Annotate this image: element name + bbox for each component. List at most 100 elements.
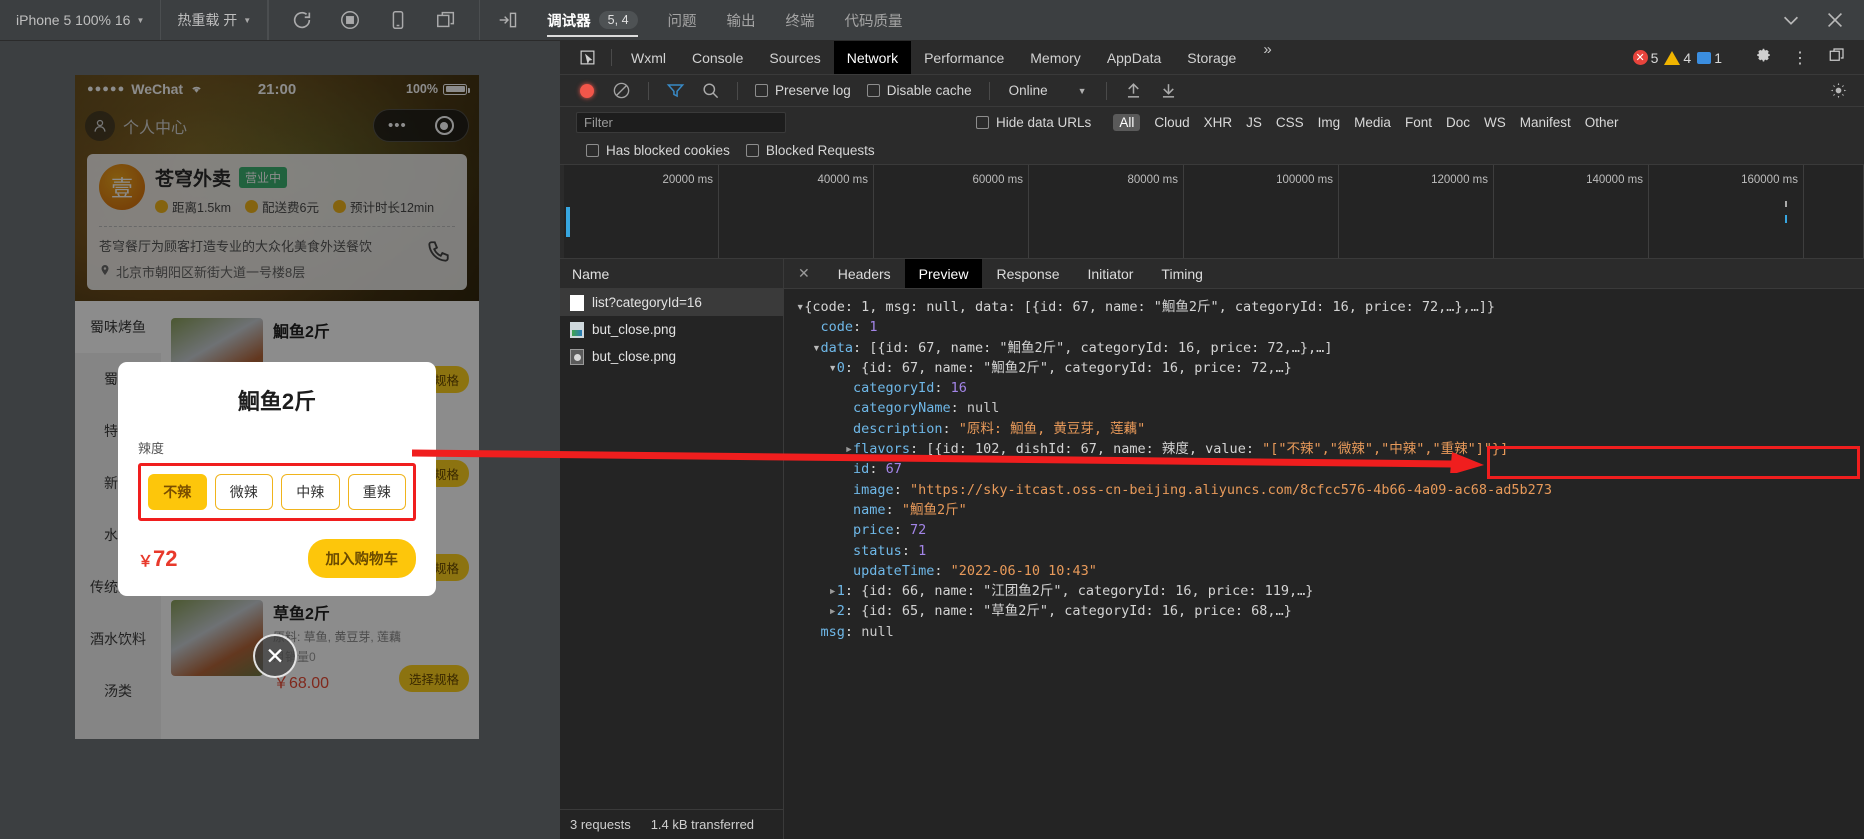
export-har-icon[interactable] [1159, 81, 1178, 100]
flavor-option[interactable]: 重辣 [347, 474, 406, 510]
tab-network[interactable]: Network [833, 41, 912, 74]
tab-console[interactable]: Console [679, 41, 756, 74]
filter-input[interactable]: Filter [576, 111, 786, 133]
flavor-option[interactable]: 微辣 [214, 474, 273, 510]
chevron-down-icon[interactable]: ▾ [812, 340, 820, 356]
network-settings-icon[interactable] [1829, 81, 1848, 100]
add-to-cart-button[interactable]: 加入购物车 [307, 539, 416, 578]
chevron-right-icon[interactable]: ▸ [829, 583, 837, 599]
disable-cache-checkbox[interactable]: Disable cache [866, 83, 972, 98]
request-row[interactable]: but_close.png [560, 316, 783, 343]
filter-type-img[interactable]: Img [1318, 115, 1341, 130]
json-token: data [820, 339, 854, 356]
image-dark-icon [570, 348, 584, 365]
filter-type-font[interactable]: Font [1405, 115, 1432, 130]
flavor-option[interactable]: 中辣 [281, 474, 340, 510]
filter-type-all[interactable]: All [1113, 113, 1141, 131]
tab-appdata[interactable]: AppData [1094, 41, 1174, 74]
json-line[interactable]: ▾data: [{id: 67, name: "鮰鱼2斤", categoryI… [788, 338, 1864, 358]
message-count-label: 1 [1714, 49, 1722, 66]
json-line[interactable]: name: "鮰鱼2斤" [788, 500, 1864, 520]
throttling-select[interactable]: Online ▼ [1009, 83, 1087, 98]
preserve-log-checkbox[interactable]: Preserve log [755, 83, 851, 98]
network-lower: Name list?categoryId=16 but_close.png bu… [560, 259, 1864, 839]
network-timeline[interactable]: 20000 ms 40000 ms 60000 ms 80000 ms 1000… [560, 165, 1864, 259]
timeline-cell: 80000 ms [1029, 165, 1184, 258]
split-icon[interactable] [435, 9, 457, 31]
json-token: : [942, 420, 959, 437]
chevron-double-right-icon[interactable]: » [1249, 41, 1285, 74]
json-line[interactable]: msg: null [788, 622, 1864, 642]
json-line[interactable]: ▾0: {id: 67, name: "鮰鱼2斤", categoryId: 1… [788, 358, 1864, 378]
tab-response[interactable]: Response [982, 259, 1073, 288]
json-line[interactable]: categoryName: null [788, 398, 1864, 418]
tab-output[interactable]: 输出 [712, 0, 771, 40]
json-line[interactable]: code: 1 [788, 317, 1864, 337]
issue-counts[interactable]: ✕ 5 4 1 [1632, 49, 1732, 66]
inspect-cursor-icon[interactable] [570, 41, 605, 74]
json-line[interactable]: ▸1: {id: 66, name: "江团鱼2斤", categoryId: … [788, 581, 1864, 601]
tab-terminal[interactable]: 终端 [771, 0, 830, 40]
tab-preview[interactable]: Preview [904, 259, 983, 288]
filter-type-media[interactable]: Media [1354, 115, 1391, 130]
tab-storage[interactable]: Storage [1174, 41, 1249, 74]
filter-type-cloud[interactable]: Cloud [1154, 115, 1189, 130]
tab-wxml[interactable]: Wxml [618, 41, 679, 74]
close-icon[interactable]: ✕ [253, 634, 297, 678]
filter-type-other[interactable]: Other [1585, 115, 1619, 130]
chevron-right-icon[interactable]: ▸ [845, 441, 853, 457]
json-line[interactable]: price: 72 [788, 520, 1864, 540]
refresh-icon[interactable] [291, 9, 313, 31]
tab-debugger[interactable]: 调试器 5, 4 [532, 0, 652, 40]
close-icon[interactable] [1824, 9, 1846, 31]
device-selector[interactable]: iPhone 5 100% 16 ▼ [0, 0, 162, 40]
blocked-requests-checkbox[interactable]: Blocked Requests [745, 143, 875, 158]
json-line[interactable]: ▸flavors: [{id: 102, dishId: 67, name: 辣… [788, 439, 1864, 459]
phone-icon[interactable] [387, 9, 409, 31]
filter-type-doc[interactable]: Doc [1446, 115, 1470, 130]
filter-type-manifest[interactable]: Manifest [1520, 115, 1571, 130]
json-line[interactable]: status: 1 [788, 541, 1864, 561]
filter-icon[interactable] [666, 81, 685, 100]
tab-issues[interactable]: 问题 [653, 0, 712, 40]
gear-icon[interactable] [1745, 47, 1782, 69]
top-toolbar: iPhone 5 100% 16 ▼ 热重载 开 ▼ 调试器 5, 4 问题 输… [0, 0, 1864, 41]
json-line[interactable]: description: "原料: 鮰鱼, 黄豆芽, 莲藕" [788, 419, 1864, 439]
request-row[interactable]: but_close.png [560, 343, 783, 370]
filter-type-ws[interactable]: WS [1484, 115, 1506, 130]
chevron-down-icon[interactable]: ▾ [829, 360, 837, 376]
tab-timing[interactable]: Timing [1147, 259, 1217, 288]
search-icon[interactable] [701, 81, 720, 100]
json-line[interactable]: ▸2: {id: 65, name: "草鱼2斤", categoryId: 1… [788, 601, 1864, 621]
json-line[interactable]: id: 67 [788, 459, 1864, 479]
clear-icon[interactable] [612, 81, 631, 100]
preview-json-tree[interactable]: ▾ {code: 1, msg: null, data: [{id: 67, na… [784, 289, 1864, 839]
tab-headers[interactable]: Headers [824, 259, 905, 288]
request-row[interactable]: list?categoryId=16 [560, 289, 783, 316]
chevron-right-icon[interactable]: ▸ [829, 603, 837, 619]
stop-icon[interactable] [339, 9, 361, 31]
filter-type-css[interactable]: CSS [1276, 115, 1304, 130]
has-blocked-cookies-checkbox[interactable]: Has blocked cookies [586, 143, 730, 158]
json-line[interactable]: updateTime: "2022-06-10 10:43" [788, 561, 1864, 581]
tab-performance[interactable]: Performance [911, 41, 1017, 74]
more-vertical-icon[interactable]: ⋮ [1782, 48, 1818, 68]
tab-code-quality[interactable]: 代码质量 [830, 0, 918, 40]
close-icon[interactable]: ✕ [784, 259, 824, 288]
tab-initiator[interactable]: Initiator [1074, 259, 1148, 288]
filter-type-xhr[interactable]: XHR [1204, 115, 1233, 130]
filter-type-js[interactable]: JS [1246, 115, 1262, 130]
flavor-option[interactable]: 不辣 [148, 474, 207, 510]
chevron-down-icon[interactable] [1780, 9, 1802, 31]
toggle-panel-icon[interactable] [490, 0, 532, 40]
json-line[interactable]: image: "https://sky-itcast.oss-cn-beijin… [788, 480, 1864, 500]
json-line[interactable]: categoryId: 16 [788, 378, 1864, 398]
hide-data-urls-checkbox[interactable]: Hide data URLs [976, 115, 1091, 130]
dock-icon[interactable] [1818, 46, 1856, 69]
record-icon[interactable] [580, 83, 594, 98]
tab-memory[interactable]: Memory [1017, 41, 1094, 74]
tab-sources[interactable]: Sources [756, 41, 833, 74]
import-har-icon[interactable] [1124, 81, 1143, 100]
json-line[interactable]: ▾{code: 1, msg: null, data: [{id: 67, na… [788, 297, 1864, 317]
hot-reload-selector[interactable]: 热重载 开 ▼ [161, 0, 269, 40]
